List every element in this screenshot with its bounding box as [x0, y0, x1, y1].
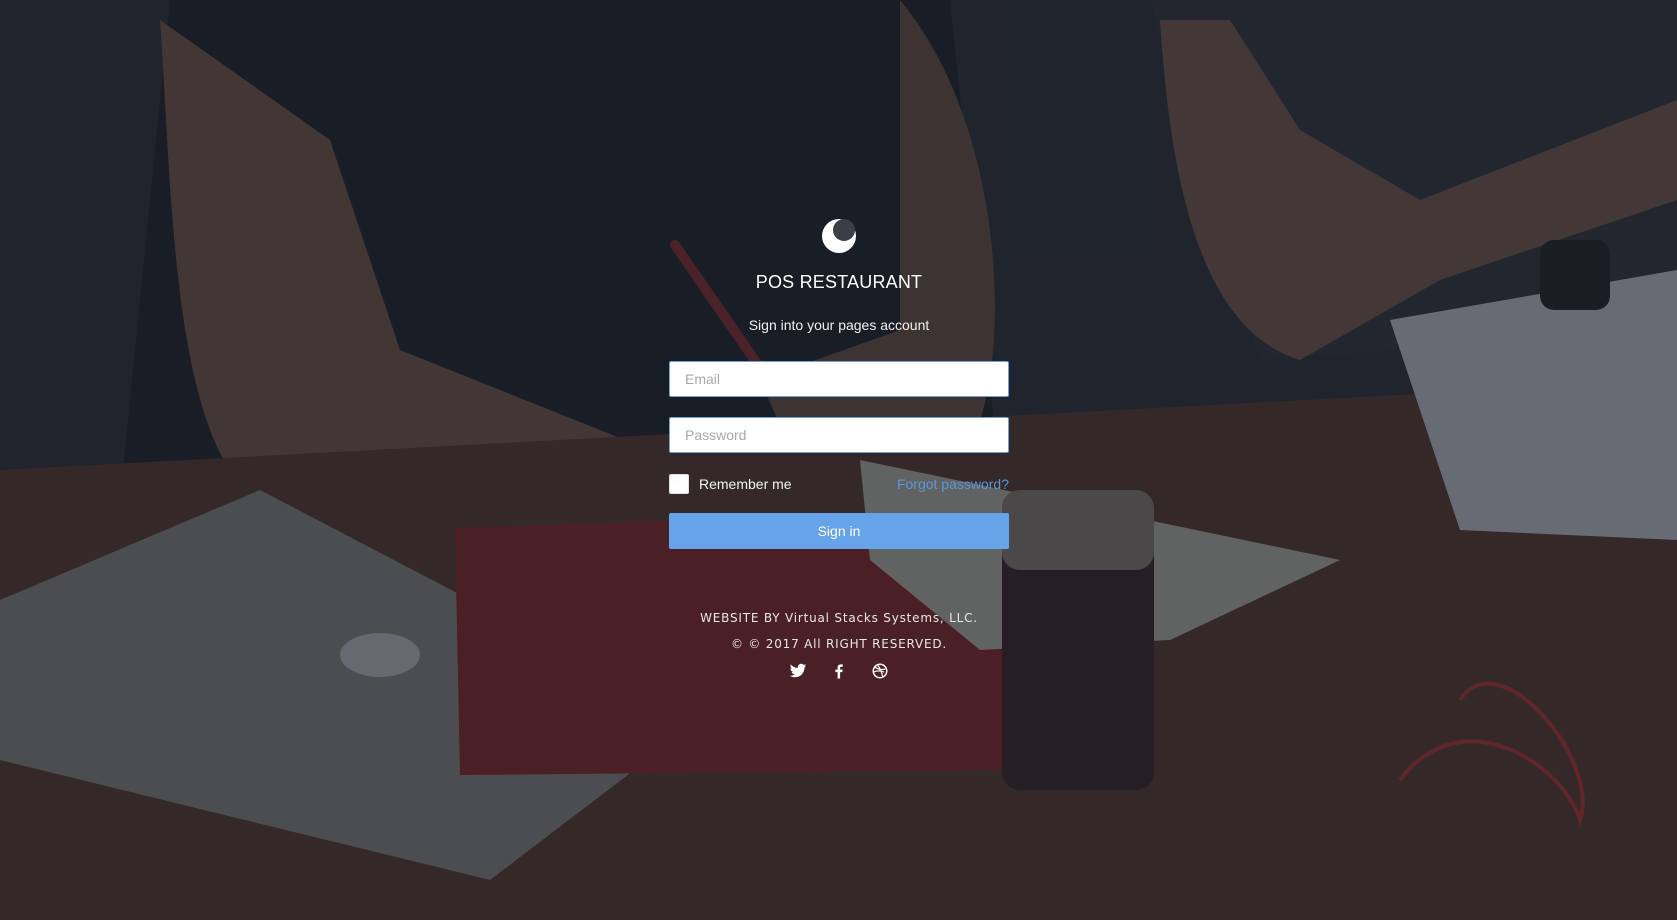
brand-title: POS RESTAURANT [755, 272, 923, 292]
remember-label: Remember me [699, 476, 792, 492]
remember-me[interactable]: Remember me [669, 474, 792, 494]
footer-copyright: © © 2017 All RIGHT RESERVED. [730, 637, 948, 651]
login-subtitle: Sign into your pages account [748, 317, 930, 333]
password-input[interactable] [669, 417, 1009, 453]
sign-in-button[interactable]: Sign in [669, 513, 1009, 549]
footer-credit: WEBSITE BY Virtual Stacks Systems, LLC. [700, 611, 978, 625]
social-links [669, 661, 1009, 680]
remember-row: Remember me Forgot password? [669, 473, 1009, 495]
twitter-icon[interactable] [789, 661, 808, 680]
remember-checkbox[interactable] [669, 474, 689, 494]
login-panel: POS RESTAURANT Sign into your pages acco… [669, 216, 1009, 680]
footer: WEBSITE BY Virtual Stacks Systems, LLC. … [669, 611, 1009, 680]
email-input[interactable] [669, 361, 1009, 397]
forgot-password-link[interactable]: Forgot password? [897, 476, 1009, 492]
crescent-logo-icon [822, 219, 856, 253]
facebook-icon[interactable] [830, 661, 849, 680]
dribbble-icon[interactable] [871, 661, 890, 680]
